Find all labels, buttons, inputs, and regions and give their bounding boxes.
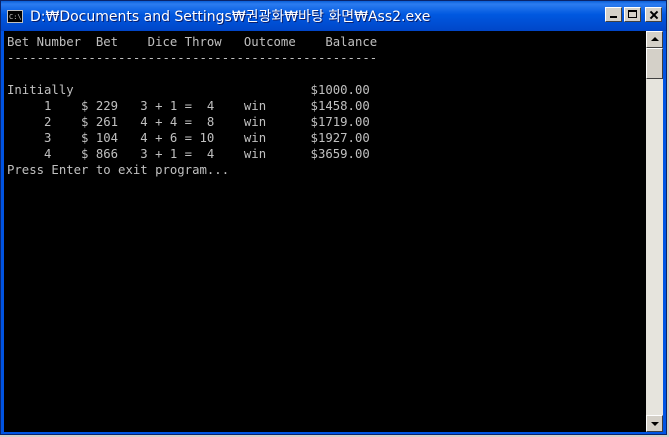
vertical-scrollbar[interactable]	[646, 31, 663, 432]
console-line: ----------------------------------------…	[7, 51, 378, 65]
console-output[interactable]: Bet Number Bet Dice Throw Outcome Balanc…	[4, 31, 646, 432]
window-title: D:₩Documents and Settings₩권광화₩바탕 화면₩Ass2…	[30, 9, 431, 25]
scroll-thumb[interactable]	[646, 48, 663, 79]
minimize-button[interactable]	[605, 7, 622, 22]
console-line: 2 $ 261 4 + 4 = 8 win $1719.00	[7, 115, 370, 129]
maximize-button[interactable]	[624, 7, 641, 22]
console-line: Initially $1000.00	[7, 83, 370, 97]
console-line: 4 $ 866 3 + 1 = 4 win $3659.00	[7, 147, 370, 161]
scroll-down-button[interactable]	[646, 415, 663, 432]
console-window: C:\ D:₩Documents and Settings₩권광화₩바탕 화면₩…	[0, 0, 667, 435]
scroll-up-button[interactable]	[646, 31, 663, 48]
console-line: 3 $ 104 4 + 6 = 10 win $1927.00	[7, 131, 370, 145]
console-line: Press Enter to exit program...	[7, 163, 230, 177]
console-line: Bet Number Bet Dice Throw Outcome Balanc…	[7, 35, 378, 49]
console-line: 1 $ 229 3 + 1 = 4 win $1458.00	[7, 99, 370, 113]
title-bar[interactable]: C:\ D:₩Documents and Settings₩권광화₩바탕 화면₩…	[1, 1, 666, 31]
console-app-icon[interactable]: C:\	[7, 9, 23, 23]
title-buttons	[605, 7, 662, 22]
close-button[interactable]	[645, 7, 662, 22]
